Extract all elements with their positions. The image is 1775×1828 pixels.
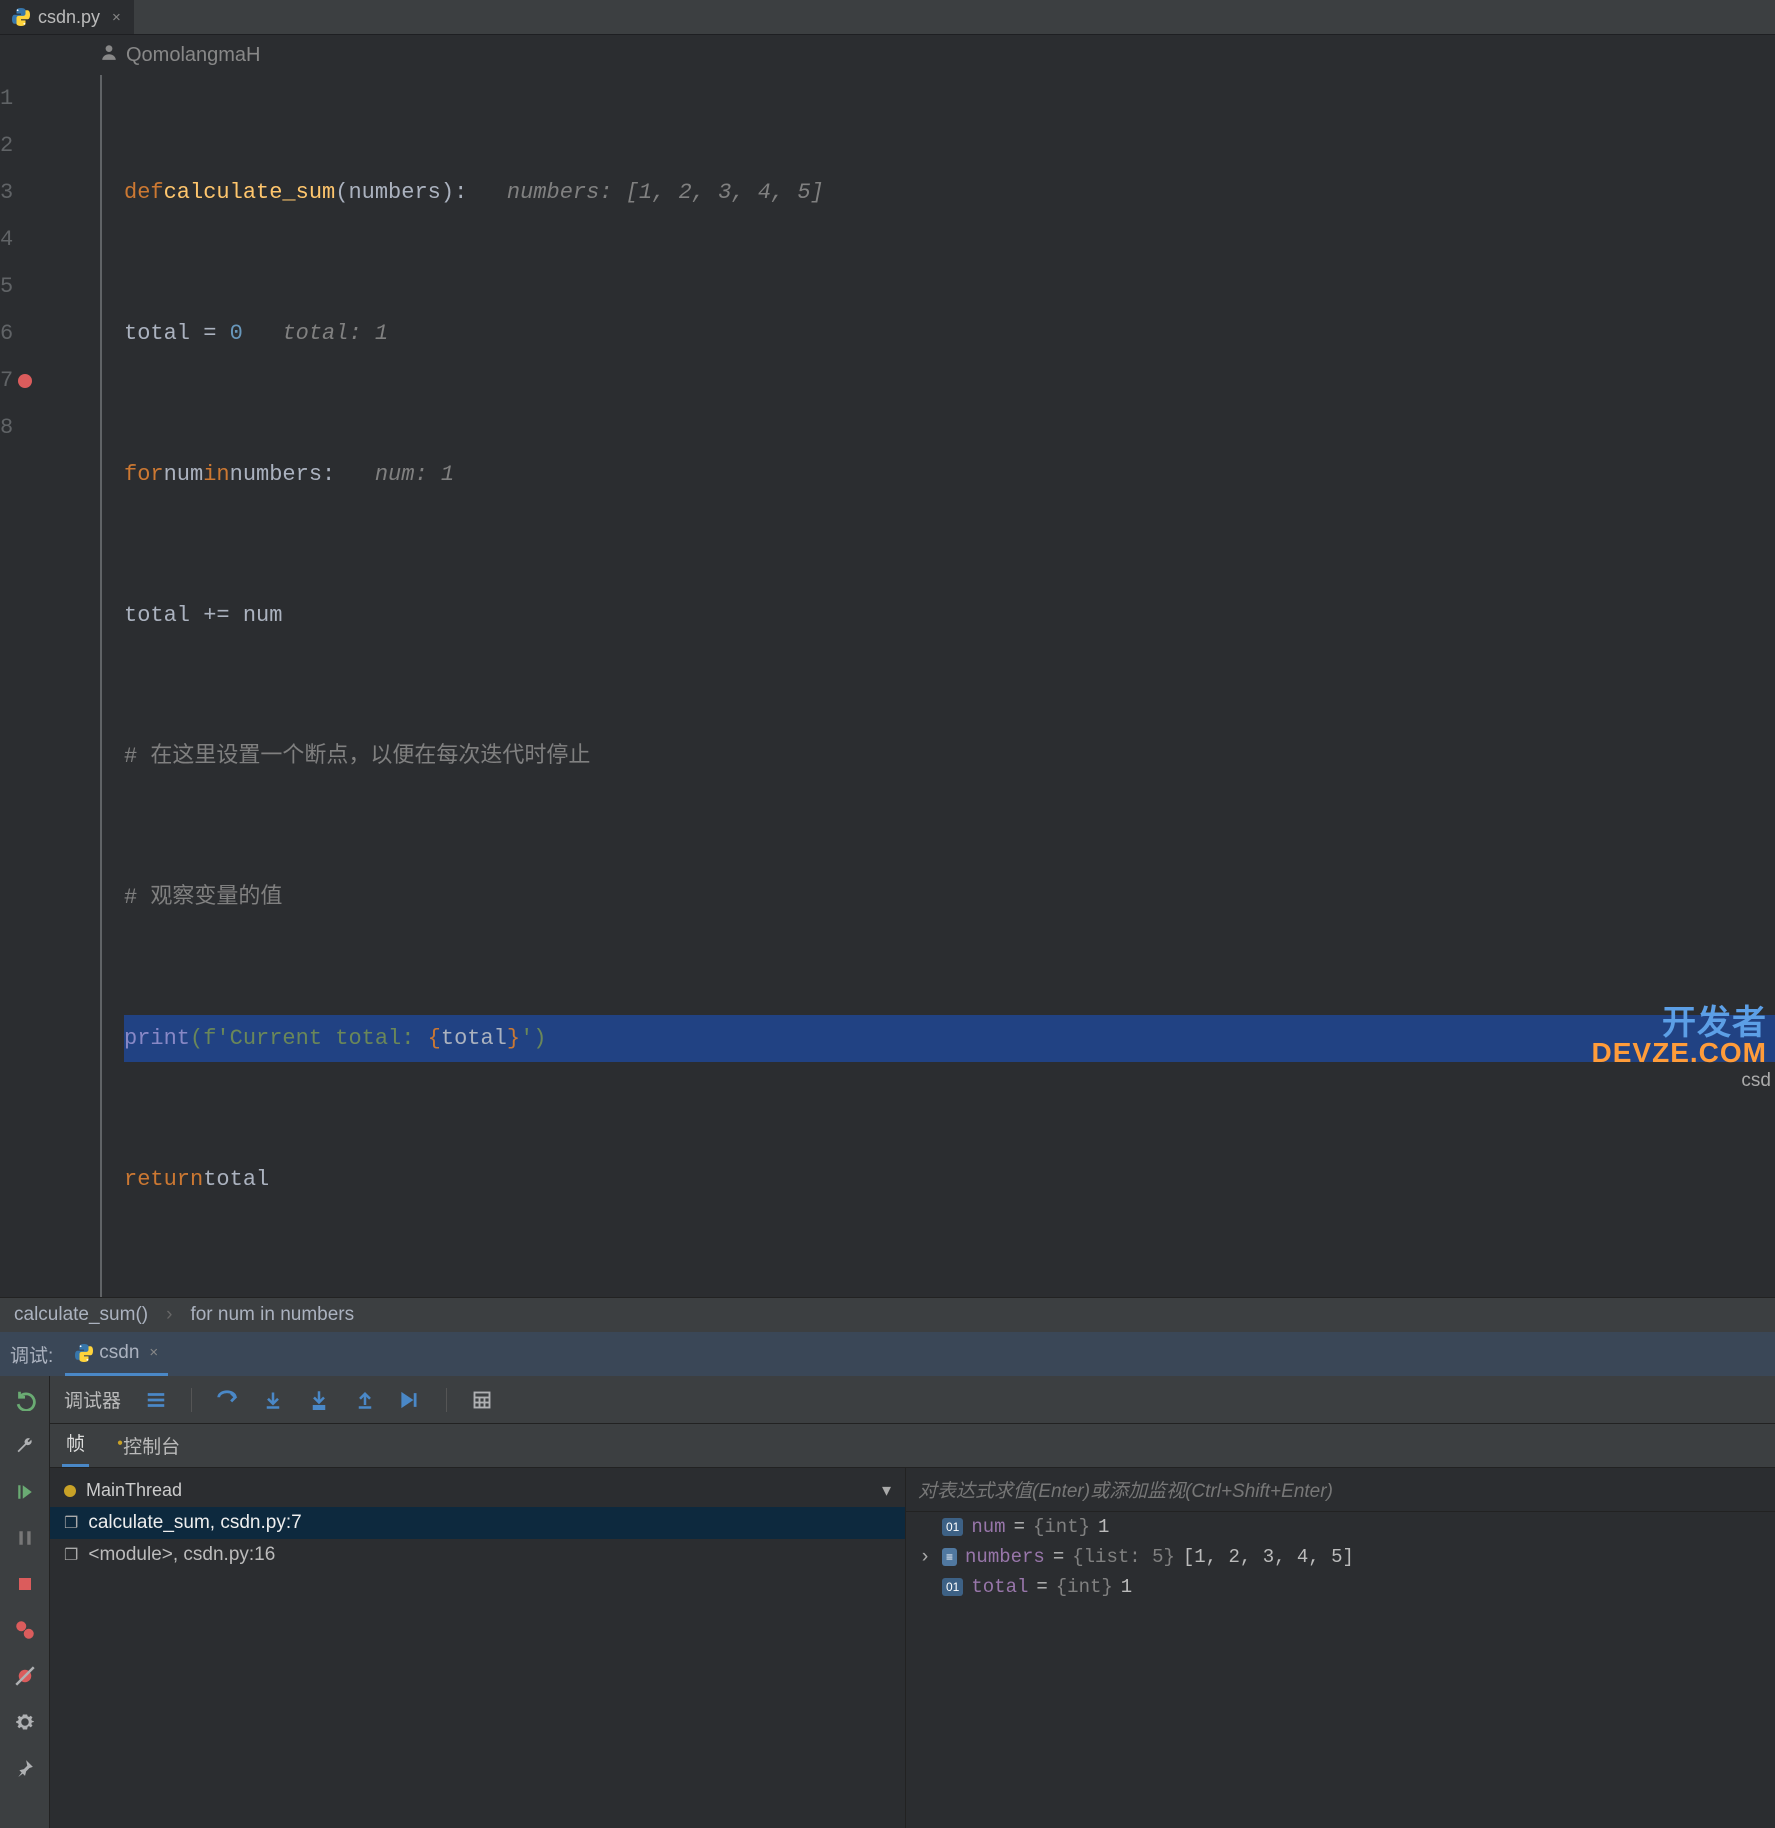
chevron-right-icon: › [166, 1304, 172, 1326]
run-to-cursor-button[interactable] [400, 1389, 422, 1411]
threads-icon[interactable] [145, 1389, 167, 1411]
wrench-icon[interactable] [13, 1434, 37, 1458]
debug-panel: 调试器 帧 ●控制台 MainThread ▾ [0, 1376, 1775, 1828]
rerun-button[interactable] [13, 1388, 37, 1412]
stack-frame[interactable]: ❐ <module>, csdn.py:16 [50, 1539, 905, 1571]
evaluate-expression-button[interactable] [471, 1389, 493, 1411]
watermark: 开发者 DEVZE.COM [1592, 1008, 1767, 1068]
line-number[interactable]: 5 [0, 263, 70, 310]
code-editor[interactable]: 1 2 3 4 5 6 7 8 def calculate_sum(number… [0, 75, 1775, 1297]
debug-rail [0, 1376, 50, 1828]
variable-row[interactable]: › ≡ numbers = {list: 5} [1, 2, 3, 4, 5] [906, 1542, 1775, 1572]
frames-tab[interactable]: 帧 [62, 1421, 89, 1467]
debug-main: 调试器 帧 ●控制台 MainThread ▾ [50, 1376, 1775, 1828]
variable-row[interactable]: 01 num = {int} 1 [906, 1512, 1775, 1542]
user-icon [100, 43, 118, 67]
list-type-icon: ≡ [942, 1548, 957, 1566]
file-tab-label: csdn.py [38, 7, 100, 28]
breakpoint-icon[interactable] [18, 374, 32, 388]
thread-status-icon [64, 1485, 76, 1497]
stack-frame-icon: ❐ [64, 1545, 78, 1565]
evaluate-input[interactable]: 对表达式求值(Enter)或添加监视(Ctrl+Shift+Enter) [906, 1468, 1775, 1512]
thread-row[interactable]: MainThread ▾ [50, 1474, 905, 1507]
int-type-icon: 01 [942, 1578, 963, 1596]
mute-breakpoints-button[interactable] [13, 1664, 37, 1688]
editor-author-row: QomolangmaH [0, 35, 1775, 75]
frames-pane[interactable]: MainThread ▾ ❐ calculate_sum, csdn.py:7 … [50, 1468, 905, 1828]
debug-config-tab[interactable]: csdn × [65, 1332, 168, 1376]
debug-config-name: csdn [99, 1342, 139, 1364]
breadcrumb[interactable]: calculate_sum() › for num in numbers [0, 1297, 1775, 1332]
python-file-icon [75, 1344, 93, 1362]
separator [191, 1388, 192, 1412]
separator [446, 1388, 447, 1412]
line-number[interactable]: 7 [0, 357, 70, 404]
line-number[interactable]: 6 [0, 310, 70, 357]
debug-label: 调试: [10, 1341, 53, 1368]
variable-row[interactable]: 01 total = {int} 1 [906, 1572, 1775, 1602]
debug-panel-header: 调试: csdn × [0, 1332, 1775, 1376]
variables-pane: 对表达式求值(Enter)或添加监视(Ctrl+Shift+Enter) 01 … [905, 1468, 1775, 1828]
step-into-button[interactable] [262, 1389, 284, 1411]
stack-frame[interactable]: ❐ calculate_sum, csdn.py:7 [50, 1507, 905, 1539]
stack-frame-icon: ❐ [64, 1513, 78, 1533]
fold-column[interactable] [100, 75, 120, 1297]
step-into-my-code-button[interactable] [308, 1389, 330, 1411]
thread-name: MainThread [86, 1480, 182, 1501]
stop-button[interactable] [13, 1572, 37, 1596]
editor-tab-bar: csdn.py × [0, 0, 1775, 35]
line-gutter[interactable]: 1 2 3 4 5 6 7 8 [0, 75, 100, 1297]
int-type-icon: 01 [942, 1518, 963, 1536]
line-number[interactable]: 4 [0, 216, 70, 263]
line-number[interactable]: 2 [0, 122, 70, 169]
settings-icon[interactable] [13, 1710, 37, 1734]
debugger-tab-label[interactable]: 调试器 [64, 1386, 121, 1413]
close-icon[interactable]: × [112, 9, 121, 26]
chevron-down-icon[interactable]: ▾ [882, 1480, 891, 1501]
expand-icon[interactable]: › [916, 1546, 934, 1568]
view-breakpoints-button[interactable] [13, 1618, 37, 1642]
line-number[interactable]: 1 [0, 75, 70, 122]
debug-sub-tabs: 帧 ●控制台 [50, 1424, 1775, 1468]
pin-icon[interactable] [13, 1756, 37, 1780]
step-out-button[interactable] [354, 1389, 376, 1411]
python-file-icon [12, 8, 30, 26]
frame-label: calculate_sum, csdn.py:7 [88, 1512, 301, 1534]
close-icon[interactable]: × [149, 1344, 158, 1361]
file-tab-csdn[interactable]: csdn.py × [0, 0, 134, 34]
pause-button[interactable] [13, 1526, 37, 1550]
breadcrumb-item[interactable]: for num in numbers [190, 1304, 354, 1326]
var-name: num [971, 1516, 1005, 1538]
code-content[interactable]: def calculate_sum(numbers): numbers: [1,… [120, 75, 1775, 1297]
step-over-button[interactable] [216, 1389, 238, 1411]
var-name: numbers [965, 1546, 1045, 1568]
debug-toolbar: 调试器 [50, 1376, 1775, 1424]
breadcrumb-item[interactable]: calculate_sum() [14, 1304, 148, 1326]
frame-label: <module>, csdn.py:16 [88, 1544, 275, 1566]
line-number[interactable]: 3 [0, 169, 70, 216]
debug-panes: MainThread ▾ ❐ calculate_sum, csdn.py:7 … [50, 1468, 1775, 1828]
status-text: csd [1741, 1070, 1771, 1092]
line-number[interactable]: 8 [0, 404, 70, 451]
resume-button[interactable] [13, 1480, 37, 1504]
author-name: QomolangmaH [126, 44, 261, 67]
var-name: total [971, 1576, 1028, 1598]
console-tab[interactable]: ●控制台 [113, 1424, 184, 1467]
